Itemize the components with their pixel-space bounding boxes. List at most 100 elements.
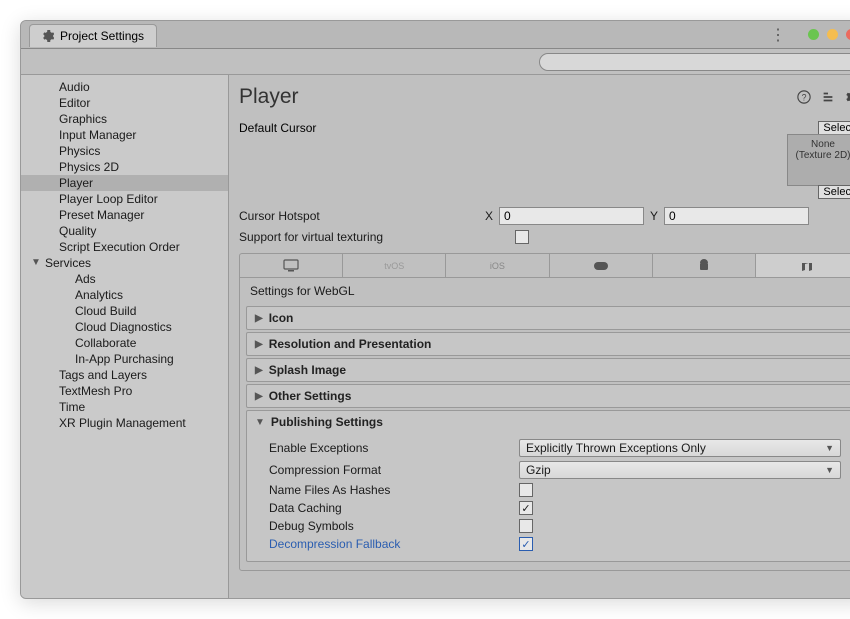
section-other-label: Other Settings — [269, 389, 352, 403]
platform-tab-desktop[interactable] — [240, 254, 343, 277]
virtual-texturing-checkbox[interactable] — [515, 230, 529, 244]
sidebar-item-preset-manager[interactable]: Preset Manager — [21, 207, 228, 223]
section-icon[interactable]: ▶ Icon — [246, 306, 850, 330]
window-tab[interactable]: Project Settings — [29, 24, 157, 47]
section-publishing-label: Publishing Settings — [271, 415, 383, 429]
chevron-right-icon: ▶ — [255, 313, 263, 324]
select-top-button[interactable]: Select — [818, 121, 850, 135]
sidebar-item-cloud-build[interactable]: Cloud Build — [21, 303, 228, 319]
default-cursor-row: Default Cursor Select None (Texture 2D) … — [239, 119, 850, 205]
sidebar-item-label: XR Plugin Management — [59, 416, 186, 430]
sidebar-item-physics-2d[interactable]: Physics 2D — [21, 159, 228, 175]
help-icon[interactable]: ? — [797, 90, 811, 104]
sidebar-item-services[interactable]: ▼Services — [21, 255, 228, 271]
sidebar-item-ads[interactable]: Ads — [21, 271, 228, 287]
platform-tab-webgl[interactable] — [756, 254, 850, 277]
sidebar-item-player[interactable]: Player — [21, 175, 228, 191]
chevron-right-icon: ▶ — [255, 365, 263, 376]
chevron-down-icon: ▼ — [825, 465, 834, 475]
cursor-preview: Select None (Texture 2D) Select — [787, 121, 850, 199]
sidebar-item-label: Preset Manager — [59, 208, 144, 222]
settings-gear-icon[interactable] — [845, 90, 850, 104]
sidebar-item-label: Time — [59, 400, 85, 414]
sidebar-item-label: Tags and Layers — [59, 368, 147, 382]
sidebar-item-label: Audio — [59, 80, 90, 94]
titlebar: Project Settings ⋮ — [21, 21, 850, 49]
chevron-right-icon: ▶ — [255, 339, 263, 350]
sidebar-item-textmesh-pro[interactable]: TextMesh Pro — [21, 383, 228, 399]
cursor-hotspot-row: Cursor Hotspot X Y — [239, 205, 850, 227]
sidebar-item-player-loop-editor[interactable]: Player Loop Editor — [21, 191, 228, 207]
cursor-hotspot-y-input[interactable] — [664, 207, 809, 225]
sidebar-item-script-execution-order[interactable]: Script Execution Order — [21, 239, 228, 255]
window-menu-icon[interactable]: ⋮ — [770, 25, 788, 45]
svg-text:?: ? — [802, 93, 807, 103]
sidebar-item-label: TextMesh Pro — [59, 384, 132, 398]
debug-symbols-checkbox[interactable] — [519, 519, 533, 533]
sidebar-item-analytics[interactable]: Analytics — [21, 287, 228, 303]
select-bottom-button[interactable]: Select — [818, 185, 850, 199]
window-title-text: Project Settings — [60, 29, 144, 43]
page-title: Player — [239, 85, 299, 109]
sidebar-item-label: Input Manager — [59, 128, 136, 142]
sidebar[interactable]: AudioEditorGraphicsInput ManagerPhysicsP… — [21, 75, 229, 598]
window-controls: ⋮ — [770, 25, 850, 45]
platform-tab-ios[interactable]: iOS — [446, 254, 549, 277]
cursor-hotspot-x-input[interactable] — [499, 207, 644, 225]
sidebar-item-quality[interactable]: Quality — [21, 223, 228, 239]
data-caching-checkbox[interactable]: ✓ — [519, 501, 533, 515]
section-resolution[interactable]: ▶ Resolution and Presentation — [246, 332, 850, 356]
sidebar-item-label: Editor — [59, 96, 90, 110]
sidebar-item-in-app-purchasing[interactable]: In-App Purchasing — [21, 351, 228, 367]
section-splash-label: Splash Image — [269, 363, 346, 377]
platform-tab-android[interactable] — [653, 254, 756, 277]
texture-slot[interactable]: None (Texture 2D) — [787, 134, 850, 186]
sidebar-item-label: Player Loop Editor — [59, 192, 158, 206]
sidebar-item-editor[interactable]: Editor — [21, 95, 228, 111]
sidebar-item-label: Script Execution Order — [59, 240, 180, 254]
search-input[interactable] — [539, 53, 850, 71]
search-row — [21, 49, 850, 75]
sidebar-item-audio[interactable]: Audio — [21, 79, 228, 95]
sidebar-item-tags-and-layers[interactable]: Tags and Layers — [21, 367, 228, 383]
body: AudioEditorGraphicsInput ManagerPhysicsP… — [21, 75, 850, 598]
virtual-texturing-label: Support for virtual texturing — [239, 230, 485, 244]
maximize-button[interactable] — [827, 29, 838, 40]
name-files-hashes-label: Name Files As Hashes — [269, 483, 519, 497]
publishing-body: Enable Exceptions Explicitly Thrown Exce… — [247, 433, 850, 561]
sidebar-item-xr-plugin-management[interactable]: XR Plugin Management — [21, 415, 228, 431]
project-settings-window: Project Settings ⋮ Audio Editor Graphics In… — [20, 20, 850, 599]
section-resolution-label: Resolution and Presentation — [269, 337, 432, 351]
section-publishing-header[interactable]: ▼ Publishing Settings — [247, 411, 850, 433]
preset-icon[interactable] — [821, 90, 835, 104]
section-icon-label: Icon — [269, 311, 294, 325]
sidebar-item-label: Ads — [75, 272, 96, 286]
sidebar-item-collaborate[interactable]: Collaborate — [21, 335, 228, 351]
close-button[interactable] — [846, 29, 850, 40]
decompression-fallback-checkbox[interactable]: ✓ — [519, 537, 533, 551]
sidebar-item-cloud-diagnostics[interactable]: Cloud Diagnostics — [21, 319, 228, 335]
platform-tab-tvos[interactable]: tvOS — [343, 254, 446, 277]
sidebar-item-label: Analytics — [75, 288, 123, 302]
enable-exceptions-dropdown[interactable]: Explicitly Thrown Exceptions Only ▼ — [519, 439, 841, 457]
sidebar-item-label: Physics 2D — [59, 160, 119, 174]
chevron-down-icon: ▼ — [255, 417, 265, 428]
enable-exceptions-label: Enable Exceptions — [269, 441, 519, 455]
sidebar-item-label: Graphics — [59, 112, 107, 126]
texture-type-text: (Texture 2D) — [795, 150, 850, 161]
compression-format-value: Gzip — [526, 463, 551, 477]
compression-format-dropdown[interactable]: Gzip ▼ — [519, 461, 841, 479]
section-other[interactable]: ▶Other Settings — [246, 384, 850, 408]
sidebar-item-input-manager[interactable]: Input Manager — [21, 127, 228, 143]
sidebar-item-physics[interactable]: Physics — [21, 143, 228, 159]
gear-icon — [42, 30, 54, 42]
sidebar-item-time[interactable]: Time — [21, 399, 228, 415]
platform-tab-console[interactable] — [550, 254, 653, 277]
name-files-hashes-checkbox[interactable] — [519, 483, 533, 497]
enable-exceptions-value: Explicitly Thrown Exceptions Only — [526, 441, 706, 455]
x-label: X — [485, 209, 493, 223]
minimize-button[interactable] — [808, 29, 819, 40]
section-splash[interactable]: ▶ Splash Image — [246, 358, 850, 382]
debug-symbols-label: Debug Symbols — [269, 519, 519, 533]
sidebar-item-graphics[interactable]: Graphics — [21, 111, 228, 127]
